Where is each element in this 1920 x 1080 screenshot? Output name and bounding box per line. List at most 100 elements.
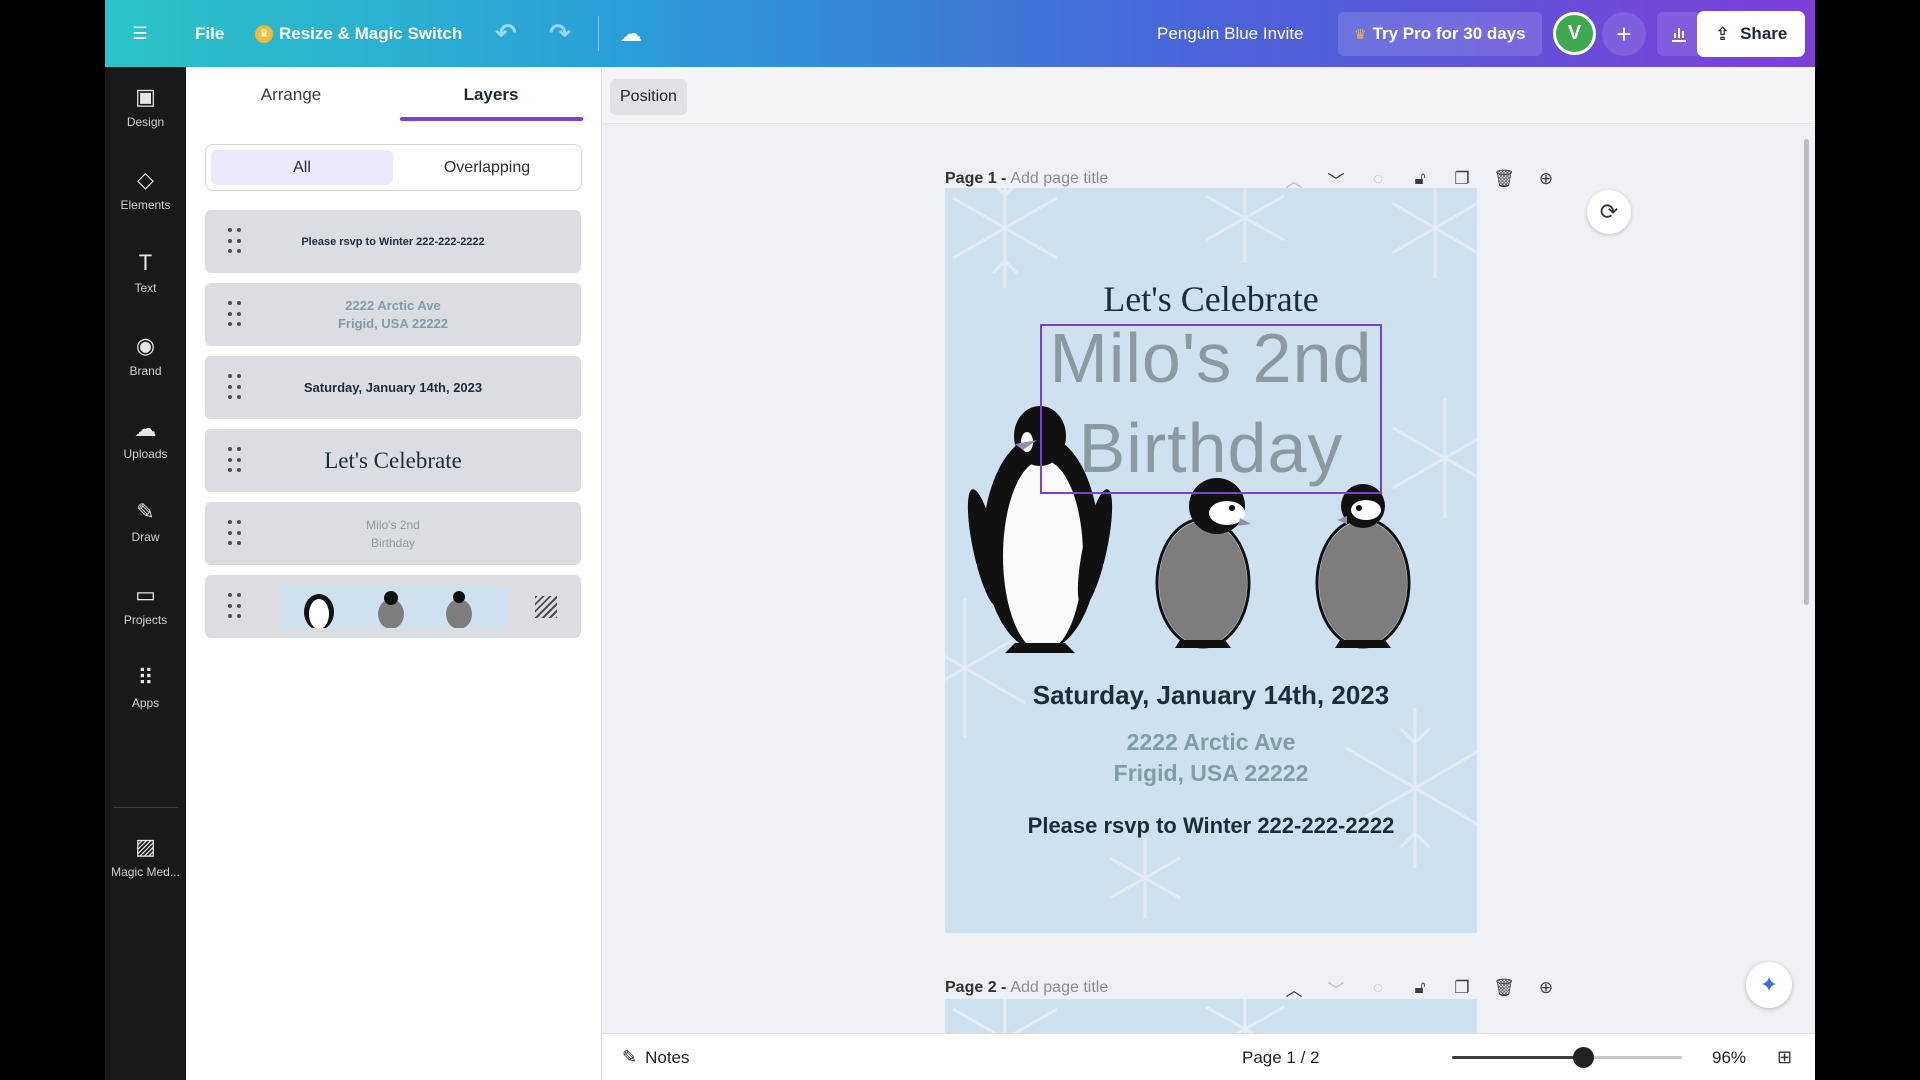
redo-icon[interactable]: ↷: [549, 0, 571, 67]
address-line-1[interactable]: 2222 Arctic Ave: [945, 729, 1477, 756]
page-indicator[interactable]: Page 1 / 2: [1242, 1034, 1320, 1080]
rail-item-label: Draw: [131, 530, 160, 544]
active-tab-indicator: [400, 117, 583, 121]
hide-page-icon[interactable]: ◌: [1357, 169, 1399, 189]
rail-item-magic-media[interactable]: ▨ Magic Med...: [105, 817, 186, 897]
rail-item-text[interactable]: T Text: [105, 233, 186, 313]
undo-icon[interactable]: ↶: [495, 0, 517, 67]
drag-handle-icon[interactable]: [228, 593, 242, 621]
lock-page-icon[interactable]: 🔓︎: [1399, 169, 1441, 189]
rail-item-uploads[interactable]: ☁ Uploads: [105, 399, 186, 479]
design-icon: ▣: [135, 84, 156, 109]
layer-item-address[interactable]: 2222 Arctic Ave Frigid, USA 22222: [205, 283, 581, 346]
design-page-1[interactable]: Let's Celebrate Milo's 2nd Birthday Satu…: [945, 188, 1477, 933]
rail-item-label: Magic Med...: [111, 865, 180, 879]
brand-icon: ◉: [135, 333, 156, 358]
layer-preview-line: Birthday: [370, 535, 416, 550]
position-button[interactable]: Position: [610, 79, 687, 115]
layer-item-date[interactable]: Saturday, January 14th, 2023: [205, 356, 581, 419]
zoom-slider-handle[interactable]: [1573, 1047, 1595, 1068]
rail-divider: [113, 807, 178, 808]
bottom-bar: ✎ Notes Page 1 / 2 96% ⊞ ⤢ ?: [602, 1033, 1815, 1080]
menu-icon[interactable]: ☰: [125, 0, 155, 67]
drag-handle-icon[interactable]: [228, 374, 242, 402]
try-pro-label: Try Pro for 30 days: [1372, 24, 1526, 43]
layers-panel: Arrange Layers All Overlapping Please rs…: [186, 67, 602, 1080]
drag-handle-icon[interactable]: [228, 228, 242, 256]
toolbar-divider: [598, 16, 599, 51]
crown-icon: ♛: [255, 24, 273, 43]
penguins-thumbnail: [281, 586, 507, 628]
selection-box[interactable]: [1040, 324, 1382, 494]
filter-overlapping-button[interactable]: Overlapping: [401, 150, 573, 185]
cloud-save-icon[interactable]: ☁: [620, 0, 642, 67]
file-menu-button[interactable]: File: [195, 0, 224, 67]
rail-item-brand[interactable]: ◉ Brand: [105, 316, 186, 396]
canvas-scrollbar[interactable]: [1804, 139, 1809, 605]
duplicate-page-icon[interactable]: ❐: [1441, 169, 1483, 189]
tab-arrange[interactable]: Arrange: [216, 85, 366, 115]
zoom-slider-fill: [1452, 1056, 1584, 1059]
rail-item-label: Apps: [131, 696, 160, 710]
add-collaborator-icon[interactable]: +: [1602, 12, 1646, 56]
grid-view-icon[interactable]: ⊞: [1777, 1034, 1792, 1080]
magic-assistant-icon[interactable]: ✦: [1746, 962, 1792, 1008]
elements-icon: ◇: [137, 167, 154, 192]
upload-share-icon: ⇪: [1715, 23, 1731, 44]
add-page-icon[interactable]: ⊕: [1525, 978, 1567, 998]
filter-all-button[interactable]: All: [211, 150, 393, 185]
page-2-header: Page 2 - Add page title: [945, 975, 1108, 1001]
duplicate-page-icon[interactable]: ❐: [1441, 978, 1483, 998]
insights-chart-icon[interactable]: [1657, 12, 1701, 56]
layer-preview-text: Saturday, January 14th, 2023: [303, 380, 483, 395]
share-button[interactable]: ⇪ Share: [1697, 11, 1806, 57]
rail-item-projects[interactable]: ▭ Projects: [105, 565, 186, 645]
delete-page-icon[interactable]: 🗑︎: [1483, 169, 1525, 189]
rail-item-label: Design: [126, 115, 165, 129]
layer-item-penguins-image[interactable]: [205, 575, 581, 638]
zoom-slider[interactable]: [1452, 1056, 1682, 1059]
hide-page-icon[interactable]: ◌: [1357, 978, 1399, 998]
delete-page-icon[interactable]: 🗑︎: [1483, 978, 1525, 998]
layer-item-name[interactable]: Milo's 2nd Birthday: [205, 502, 581, 565]
address-line-2[interactable]: Frigid, USA 22222: [945, 760, 1477, 787]
page-2-label: Page 2 -: [945, 979, 1007, 996]
add-page-icon[interactable]: ⊕: [1525, 169, 1567, 189]
rail-item-label: Elements: [120, 198, 171, 212]
layer-preview-text: 2222 Arctic Ave Frigid, USA 22222: [255, 283, 531, 346]
event-date[interactable]: Saturday, January 14th, 2023: [945, 680, 1477, 711]
drag-handle-icon[interactable]: [228, 520, 242, 548]
layer-preview-line: Milo's 2nd: [366, 517, 420, 532]
rail-item-design[interactable]: ▣ Design: [105, 67, 186, 147]
page-2-title-input[interactable]: Add page title: [1010, 979, 1108, 997]
move-page-down-icon[interactable]: ﹀: [1315, 976, 1357, 1001]
left-rail: ▣ Design ◇ Elements T Text ◉ Brand ☁ Upl…: [105, 67, 186, 1080]
tab-layers[interactable]: Layers: [401, 85, 581, 115]
layer-filter-toggle: All Overlapping: [205, 144, 582, 191]
try-pro-button[interactable]: ♛ Try Pro for 30 days: [1338, 12, 1542, 56]
rail-item-elements[interactable]: ◇ Elements: [105, 150, 186, 230]
page-1-label: Page 1 -: [945, 170, 1007, 187]
rail-item-draw[interactable]: ✎ Draw: [105, 482, 186, 562]
rsvp-text[interactable]: Please rsvp to Winter 222-222-2222: [945, 813, 1477, 839]
lock-page-icon[interactable]: 🔓︎: [1399, 978, 1441, 998]
avatar[interactable]: V: [1553, 12, 1596, 55]
layer-preview-text: Let's Celebrate: [324, 447, 462, 473]
notes-button[interactable]: ✎ Notes: [622, 1034, 690, 1080]
drag-handle-icon[interactable]: [228, 447, 242, 475]
layer-item-celebrate[interactable]: Let's Celebrate: [205, 429, 581, 492]
rail-item-label: Brand: [129, 364, 162, 378]
notes-icon: ✎: [622, 1047, 638, 1067]
page-1-title-input[interactable]: Add page title: [1010, 170, 1108, 188]
regenerate-icon[interactable]: ⟳: [1587, 190, 1631, 234]
zoom-percentage[interactable]: 96%: [1712, 1034, 1746, 1080]
drag-handle-icon[interactable]: [228, 301, 242, 329]
document-title[interactable]: Penguin Blue Invite: [1157, 0, 1304, 67]
canvas-area: Position Page 1 - Add page title ︿ ﹀ ◌ 🔓…: [602, 67, 1815, 1059]
move-page-up-icon[interactable]: ︿: [1273, 976, 1315, 1001]
resize-magic-switch-button[interactable]: ♛ Resize & Magic Switch: [255, 0, 462, 67]
rail-item-apps[interactable]: ⠿ Apps: [105, 648, 186, 728]
layer-item-rsvp[interactable]: Please rsvp to Winter 222-222-2222: [205, 210, 581, 273]
celebrate-heading[interactable]: Let's Celebrate: [945, 278, 1477, 320]
top-bar: ☰ File ♛ Resize & Magic Switch ↶ ↷ ☁ Pen…: [105, 0, 1815, 67]
